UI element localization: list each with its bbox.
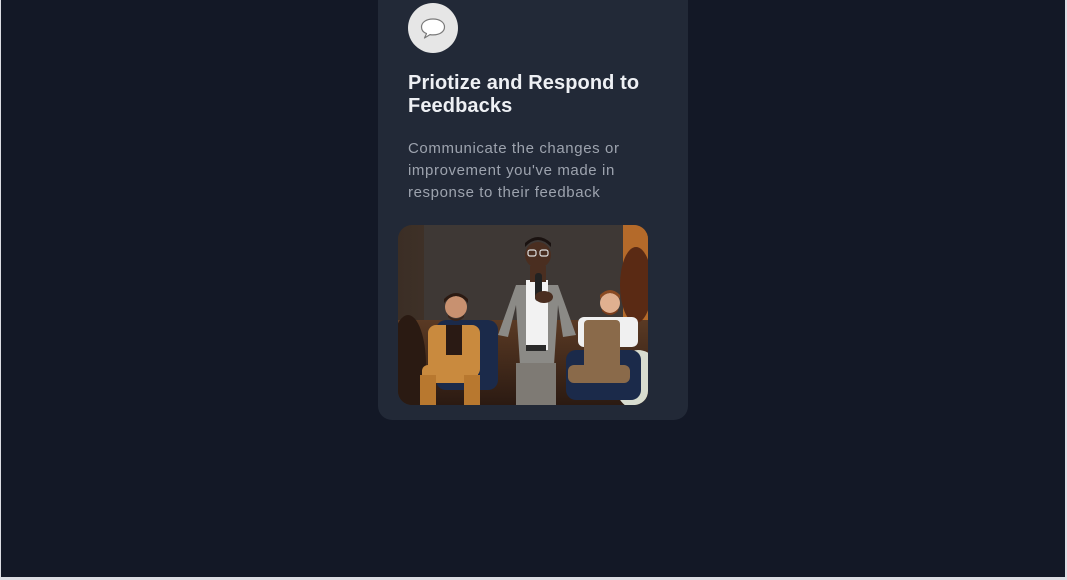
speech-bubble-icon — [408, 3, 458, 53]
card-title: Priotize and Respond to Feedbacks — [408, 72, 640, 117]
page-background: Priotize and Respond to Feedbacks Commun… — [1, 0, 1065, 577]
card-description: Communicate the changes or improvement y… — [408, 140, 620, 201]
feature-card: Priotize and Respond to Feedbacks Commun… — [378, 0, 688, 420]
panel-speaker-photo — [398, 225, 648, 405]
